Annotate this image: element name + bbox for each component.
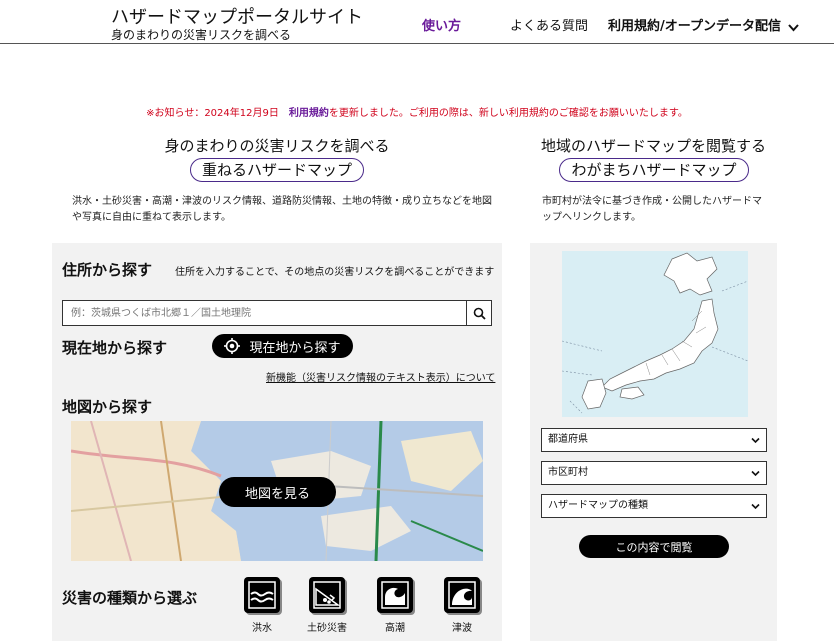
prefecture-select[interactable]: 都道府県 <box>541 428 767 452</box>
left-section-description: 洪水・土砂災害・高潮・津波のリスク情報、道路防災情報、土地の特徴・成り立ちなどを… <box>72 196 492 223</box>
notice-bar: ※お知らせ：2024年12月9日 利用規約を更新しました。ご利用の際は、新しい利… <box>0 104 834 119</box>
chevron-down-icon <box>751 503 760 510</box>
notice-suffix: を更新しました。ご利用の際は、新しい利用規約のご確認をお願いいたします。 <box>328 108 688 119</box>
chevron-down-icon <box>751 470 760 477</box>
search-button[interactable] <box>466 301 491 325</box>
nav-terms-label: 利用規約/オープンデータ配信 <box>608 19 781 34</box>
prefecture-select-label: 都道府県 <box>548 434 588 445</box>
flood-icon <box>244 577 280 613</box>
wagamachi-hazard-map-link[interactable]: わがまちハザードマップ <box>559 158 749 182</box>
site-subtitle: 身のまわりの災害リスクを調べる <box>111 28 292 42</box>
address-search-input[interactable] <box>63 301 467 325</box>
chevron-down-icon <box>787 24 799 32</box>
right-section-title: 地域のハザードマップを閲覧する <box>540 137 766 155</box>
notice-prefix: ※お知らせ：2024年12月9日 <box>146 108 289 119</box>
japan-map[interactable] <box>562 251 748 417</box>
map-preview[interactable]: 地図を見る <box>71 421 483 561</box>
notice-terms-link[interactable]: 利用規約 <box>289 108 329 119</box>
hazard-storm-surge[interactable]: 高潮 <box>373 577 417 634</box>
address-search-box <box>62 300 492 326</box>
kasaneru-hazard-map-link[interactable]: 重ねるハザードマップ <box>190 158 364 182</box>
japan-map-image <box>562 251 748 417</box>
current-location-button-label: 現在地から探す <box>249 340 341 356</box>
right-section-description: 市町村が法令に基づき作成・公開したハザードマップへリンクします。 <box>542 196 762 223</box>
address-search-heading: 住所から探す <box>62 261 153 279</box>
left-section-title: 身のまわりの災害リスクを調べる <box>164 137 390 155</box>
hazard-map-type-select-label: ハザードマップの種類 <box>548 500 648 511</box>
crosshair-icon <box>224 338 241 354</box>
storm-surge-icon <box>377 577 413 613</box>
hazard-landslide-label: 土砂災害 <box>307 623 347 634</box>
nav-terms[interactable]: 利用規約/オープンデータ配信 <box>608 15 799 34</box>
hazard-landslide[interactable]: 土砂災害 <box>305 577 349 634</box>
hazard-storm-surge-label: 高潮 <box>385 623 405 634</box>
hazard-tsunami[interactable]: 津波 <box>440 577 484 634</box>
landslide-icon <box>309 577 345 613</box>
search-icon <box>473 307 486 320</box>
map-search-heading: 地図から探す <box>62 398 153 416</box>
view-with-selection-button[interactable]: この内容で閲覧 <box>579 535 729 558</box>
location-search-heading: 現在地から探す <box>62 339 168 357</box>
nav-usage[interactable]: 使い方 <box>422 15 461 34</box>
address-search-hint: 住所を入力することで、その地点の災害リスクを調べることができます <box>175 267 495 278</box>
municipality-select-label: 市区町村 <box>548 467 588 478</box>
hazard-tsunami-label: 津波 <box>452 623 472 634</box>
nav-faq[interactable]: よくある質問 <box>510 15 588 34</box>
municipality-select[interactable]: 市区町村 <box>541 461 767 485</box>
hazard-map-type-select[interactable]: ハザードマップの種類 <box>541 494 767 518</box>
site-header: ハザードマップポータルサイト 身のまわりの災害リスクを調べる 使い方 よくある質… <box>0 0 834 44</box>
hazard-flood-label: 洪水 <box>252 623 272 634</box>
hazard-flood[interactable]: 洪水 <box>240 577 284 634</box>
current-location-button[interactable]: 現在地から探す <box>212 334 353 358</box>
tsunami-icon <box>444 577 480 613</box>
view-map-button[interactable]: 地図を見る <box>219 477 336 507</box>
chevron-down-icon <box>751 437 760 444</box>
new-feature-link[interactable]: 新機能（災害リスク情報のテキスト表示）について <box>266 369 495 384</box>
hazard-type-heading: 災害の種類から選ぶ <box>62 589 198 607</box>
